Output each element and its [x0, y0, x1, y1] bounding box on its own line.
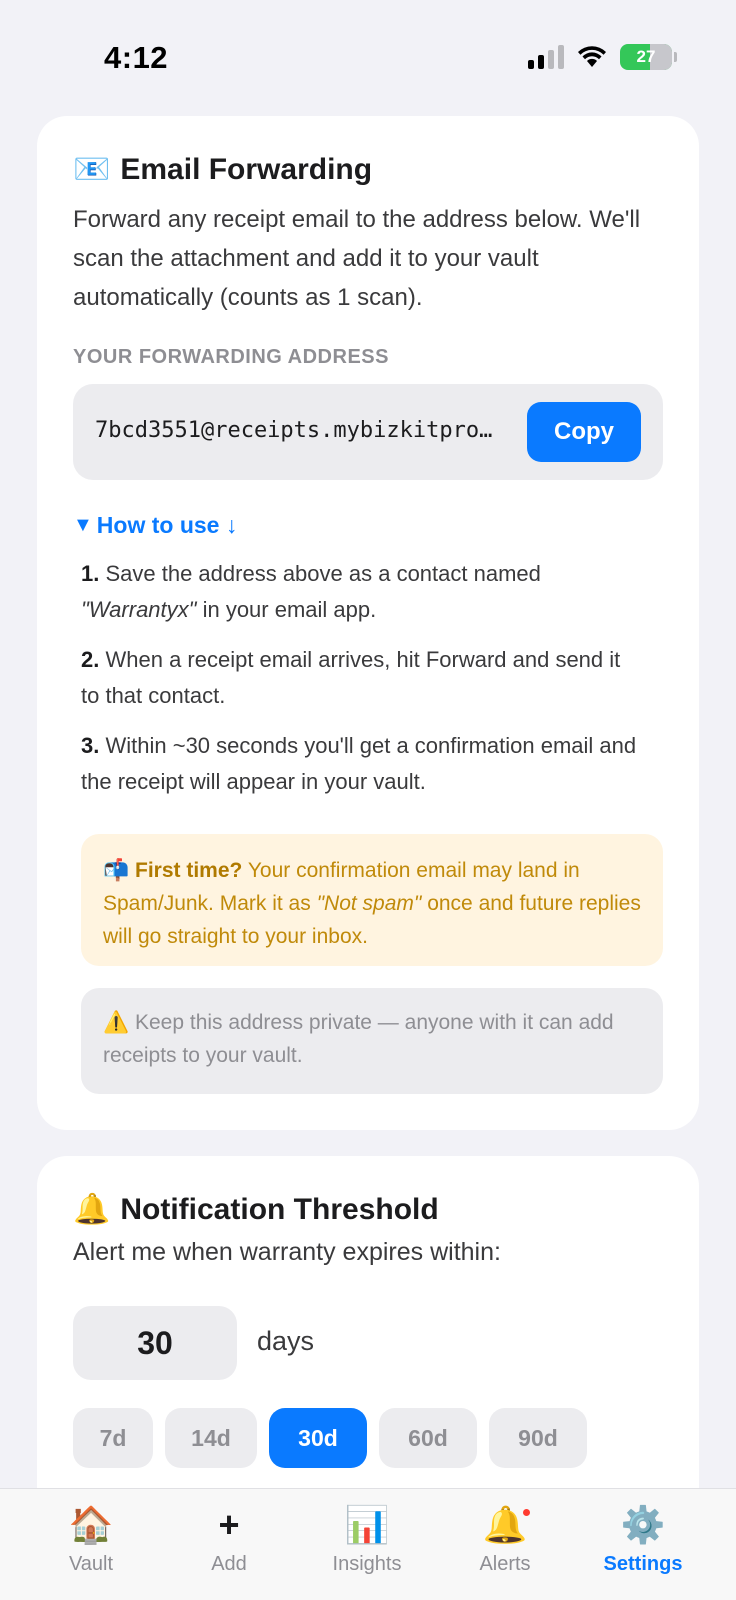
house-icon: 🏠	[68, 1504, 114, 1545]
status-bar: 4:12 27	[0, 0, 736, 110]
step-3: 3. Within ~30 seconds you'll get a confi…	[81, 728, 641, 800]
email-forwarding-title-text: Email Forwarding	[120, 152, 373, 186]
step-text: in your email app.	[196, 597, 377, 622]
how-to-use-label: How to use ↓	[96, 512, 238, 538]
days-unit-label: days	[257, 1326, 315, 1356]
tab-alerts-label: Alerts	[479, 1553, 531, 1575]
how-to-use-toggle[interactable]: ▼ How to use ↓	[73, 512, 237, 539]
days-input[interactable]: 30	[73, 1306, 237, 1380]
bar-chart-icon: 📊	[344, 1504, 390, 1545]
cellular-signal-icon	[528, 45, 564, 69]
tab-add[interactable]: + Add	[174, 1501, 284, 1576]
email-forwarding-title: 📧 Email Forwarding	[73, 152, 372, 187]
days-preset-chips: 7d 14d 30d 60d 90d	[73, 1408, 587, 1468]
chip-7d[interactable]: 7d	[73, 1408, 153, 1468]
step-2: 2. When a receipt email arrives, hit For…	[81, 642, 641, 714]
battery-icon: 27	[620, 44, 677, 70]
tab-alerts[interactable]: 🔔 Alerts	[450, 1501, 560, 1576]
privacy-note: ⚠️ Keep this address private — anyone wi…	[81, 988, 663, 1094]
step-number: 2.	[81, 647, 100, 672]
step-text: Save the address above as a contact name…	[105, 561, 541, 586]
tab-insights[interactable]: 📊 Insights	[312, 1501, 422, 1576]
not-spam-emphasis: "Not spam"	[316, 892, 422, 915]
tab-settings-label: Settings	[603, 1553, 683, 1575]
step-1: 1. Save the address above as a contact n…	[81, 556, 641, 628]
bell-icon: 🔔	[73, 1193, 111, 1226]
tab-add-label: Add	[211, 1553, 247, 1575]
battery-level: 27	[636, 47, 656, 66]
warning-icon: ⚠️	[103, 1011, 130, 1034]
wifi-icon	[578, 46, 606, 67]
status-icons: 27	[528, 44, 677, 70]
gear-icon: ⚙️	[620, 1504, 666, 1545]
step-number: 3.	[81, 733, 100, 758]
email-icon: 📧	[73, 153, 111, 186]
notification-dot	[521, 1507, 532, 1518]
forwarding-address[interactable]: 7bcd3551@receipts.mybizkitpro.com	[95, 418, 505, 443]
tab-vault[interactable]: 🏠 Vault	[36, 1501, 146, 1576]
step-text: When a receipt email arrives, hit Forwar…	[81, 647, 621, 708]
chip-14d[interactable]: 14d	[165, 1408, 257, 1468]
notification-threshold-title-text: Notification Threshold	[120, 1192, 439, 1226]
first-time-bold: First time?	[135, 859, 243, 882]
forwarding-address-label: YOUR FORWARDING ADDRESS	[73, 346, 389, 368]
plus-icon: +	[218, 1504, 240, 1545]
email-forwarding-description: Forward any receipt email to the address…	[73, 206, 641, 311]
email-forwarding-card: 📧 Email Forwarding Forward any receipt e…	[37, 116, 699, 1130]
tab-vault-label: Vault	[68, 1553, 114, 1575]
privacy-text: Keep this address private — anyone with …	[103, 1011, 614, 1067]
notification-threshold-title: 🔔 Notification Threshold	[73, 1192, 439, 1227]
bell-icon: 🔔	[450, 1501, 560, 1549]
forwarding-address-box: 7bcd3551@receipts.mybizkitpro.com Copy	[73, 384, 663, 480]
step-text: Within ~30 seconds you'll get a confirma…	[81, 733, 637, 794]
step-number: 1.	[81, 561, 100, 586]
alert-description: Alert me when warranty expires within:	[73, 1238, 501, 1266]
copy-button[interactable]: Copy	[527, 402, 641, 462]
disclosure-triangle-icon: ▼	[73, 514, 93, 536]
chip-60d[interactable]: 60d	[379, 1408, 477, 1468]
tab-bar: 🏠 Vault + Add 📊 Insights 🔔 Alerts ⚙️ Set…	[0, 1488, 736, 1600]
status-time: 4:12	[104, 40, 169, 75]
tab-insights-label: Insights	[332, 1553, 402, 1575]
chip-30d[interactable]: 30d	[269, 1408, 367, 1468]
first-time-note: 📬 First time? Your confirmation email ma…	[81, 834, 663, 966]
mailbox-icon: 📬	[103, 859, 130, 882]
chip-90d[interactable]: 90d	[489, 1408, 587, 1468]
tab-settings[interactable]: ⚙️ Settings	[588, 1501, 698, 1576]
step-emphasis: "Warrantyx"	[81, 597, 197, 622]
